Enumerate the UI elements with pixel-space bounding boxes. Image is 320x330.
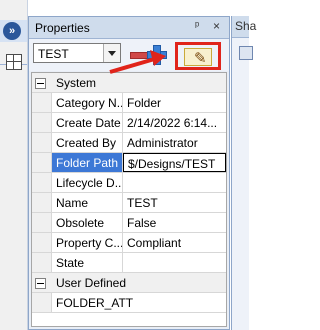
property-row[interactable]: FOLDER_ATT [32, 293, 226, 313]
property-row[interactable]: State [32, 253, 226, 273]
category-header[interactable]: System [32, 73, 226, 93]
property-row[interactable]: Name TEST [32, 193, 226, 213]
property-name: Name [52, 193, 123, 212]
property-row[interactable]: Lifecycle D... [32, 173, 226, 193]
property-row[interactable]: Folder Path $/Designs/TEST [32, 153, 226, 173]
property-value[interactable]: Folder [123, 93, 226, 112]
property-name: Obsolete [52, 213, 123, 232]
property-row[interactable]: Created By Administrator [32, 133, 226, 153]
properties-toolbar: TEST ✎ [29, 39, 229, 71]
edit-button-face: ✎ [184, 48, 212, 67]
row-gutter [32, 293, 52, 312]
property-name: Created By [52, 133, 123, 152]
row-gutter [32, 153, 52, 172]
property-name: State [52, 253, 123, 272]
left-dock-strip [0, 0, 28, 330]
property-value[interactable]: 2/14/2022 6:14... [123, 113, 226, 132]
right-panel-title: Sha [235, 19, 257, 33]
properties-panel: Properties ᵖ × TEST ✎ System Category N..… [28, 16, 230, 330]
property-row[interactable]: Property C... Compliant [32, 233, 226, 253]
row-gutter [32, 233, 52, 252]
row-gutter [32, 113, 52, 132]
close-icon[interactable]: × [213, 19, 220, 33]
chevron-down-icon[interactable] [103, 44, 120, 62]
grid-view-icon[interactable] [6, 54, 22, 70]
pencil-icon: ✎ [194, 50, 207, 67]
edit-properties-button[interactable]: ✎ [175, 42, 221, 70]
panel-icon[interactable] [239, 46, 253, 60]
row-gutter [32, 193, 52, 212]
property-row[interactable]: Create Date 2/14/2022 6:14... [32, 113, 226, 133]
object-selector-value: TEST [38, 47, 69, 61]
property-name: Category N... [52, 93, 123, 112]
collapse-icon[interactable] [35, 278, 46, 289]
property-name: Lifecycle D... [52, 173, 123, 192]
property-value[interactable]: False [123, 213, 226, 232]
row-gutter [32, 133, 52, 152]
row-gutter [32, 213, 52, 232]
properties-titlebar: Properties ᵖ × [29, 17, 229, 39]
property-value[interactable]: $/Designs/TEST [123, 153, 226, 172]
property-row[interactable]: Obsolete False [32, 213, 226, 233]
category-header[interactable]: User Defined [32, 273, 226, 293]
property-name: FOLDER_ATT [56, 296, 134, 310]
panel-title: Properties [35, 21, 90, 35]
property-value[interactable]: Administrator [123, 133, 226, 152]
property-grid: System Category N... Folder Create Date 2/14… [31, 72, 227, 327]
property-value[interactable] [123, 253, 226, 272]
property-value[interactable]: Compliant [123, 233, 226, 252]
plus-icon-vertical [153, 45, 161, 65]
collapse-icon[interactable] [35, 78, 46, 89]
object-selector-combobox[interactable]: TEST [33, 43, 121, 63]
property-name: Create Date [52, 113, 123, 132]
property-name: Property C... [52, 233, 123, 252]
property-value[interactable]: TEST [123, 193, 226, 212]
row-gutter [32, 93, 52, 112]
right-dock-panel: Sha [231, 16, 256, 330]
property-name: Folder Path [52, 153, 123, 172]
category-label: System [56, 76, 97, 90]
remove-property-button[interactable] [130, 52, 148, 59]
expand-chevron-icon[interactable]: » [3, 22, 21, 40]
property-row[interactable]: Category N... Folder [32, 93, 226, 113]
row-gutter [32, 253, 52, 272]
pin-icon[interactable]: ᵖ [195, 20, 199, 32]
row-gutter [32, 173, 52, 192]
property-value[interactable] [123, 173, 226, 192]
category-label: User Defined [56, 276, 127, 290]
